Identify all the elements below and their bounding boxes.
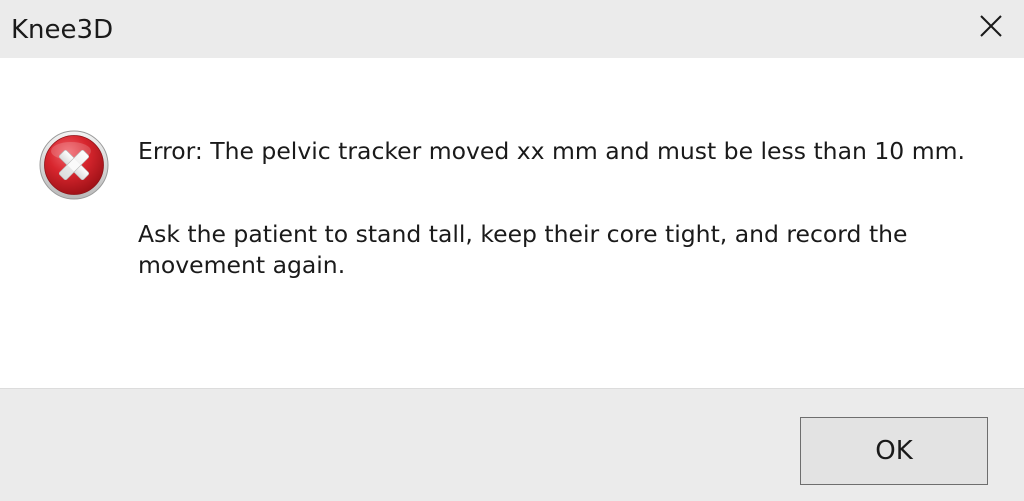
window-title: Knee3D (11, 15, 114, 45)
close-button[interactable] (958, 0, 1024, 52)
error-text: Error: The pelvic tracker moved xx mm an… (138, 137, 965, 165)
instruction-text: Ask the patient to stand tall, keep thei… (138, 220, 908, 279)
close-icon (980, 15, 1002, 37)
dialog-content: Error: The pelvic tracker moved xx mm an… (0, 58, 1024, 388)
error-message: Error: The pelvic tracker moved xx mm an… (138, 136, 968, 281)
ok-button[interactable]: OK (800, 417, 988, 485)
error-icon (39, 130, 109, 200)
title-bar: Knee3D (0, 0, 1024, 58)
button-bar: OK (0, 388, 1024, 501)
message-dialog: Knee3D Error: The pelvic tracker moved x… (0, 0, 1024, 501)
